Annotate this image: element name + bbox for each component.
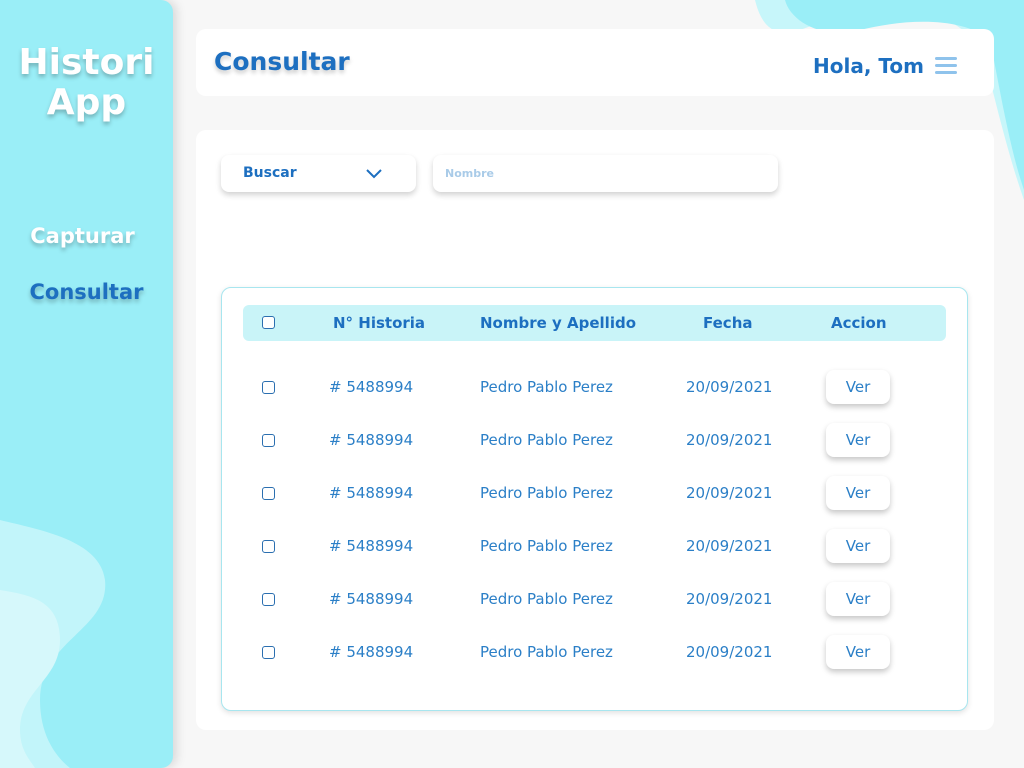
cell-historia: # 5488994: [329, 378, 414, 396]
cell-fecha: 20/09/2021: [686, 537, 773, 555]
cell-historia: # 5488994: [329, 431, 414, 449]
cell-nombre: Pedro Pablo Perez: [480, 431, 613, 449]
table-row: # 5488994 Pedro Pablo Perez 20/09/2021 V…: [222, 527, 967, 567]
table-row: # 5488994 Pedro Pablo Perez 20/09/2021 V…: [222, 368, 967, 408]
ver-button[interactable]: Ver: [826, 529, 890, 563]
ver-button[interactable]: Ver: [826, 423, 890, 457]
cell-historia: # 5488994: [329, 484, 414, 502]
table-row: # 5488994 Pedro Pablo Perez 20/09/2021 V…: [222, 580, 967, 620]
chevron-down-icon: [366, 169, 382, 179]
row-checkbox[interactable]: [262, 646, 275, 659]
sidebar-item-capturar[interactable]: Capturar: [0, 224, 165, 248]
hamburger-icon[interactable]: [935, 57, 957, 75]
cell-fecha: 20/09/2021: [686, 378, 773, 396]
cell-fecha: 20/09/2021: [686, 484, 773, 502]
records-table: N° Historia Nombre y Apellido Fecha Acci…: [221, 287, 968, 711]
brand-title-line2: App: [46, 82, 127, 123]
sidebar-item-consultar[interactable]: Consultar: [4, 280, 169, 304]
row-checkbox[interactable]: [262, 487, 275, 500]
column-header-fecha: Fecha: [703, 314, 753, 332]
search-type-select[interactable]: Buscar: [221, 155, 416, 192]
name-search-input[interactable]: [433, 155, 778, 192]
cell-nombre: Pedro Pablo Perez: [480, 643, 613, 661]
table-row: # 5488994 Pedro Pablo Perez 20/09/2021 V…: [222, 474, 967, 514]
search-type-value: Buscar: [243, 165, 297, 181]
row-checkbox[interactable]: [262, 593, 275, 606]
ver-button[interactable]: Ver: [826, 370, 890, 404]
ver-button[interactable]: Ver: [826, 635, 890, 669]
table-header: N° Historia Nombre y Apellido Fecha Acci…: [243, 305, 946, 341]
row-checkbox[interactable]: [262, 540, 275, 553]
cell-nombre: Pedro Pablo Perez: [480, 590, 613, 608]
cell-nombre: Pedro Pablo Perez: [480, 378, 613, 396]
table-row: # 5488994 Pedro Pablo Perez 20/09/2021 V…: [222, 633, 967, 673]
cell-fecha: 20/09/2021: [686, 643, 773, 661]
column-header-nombre: Nombre y Apellido: [480, 314, 637, 332]
cell-fecha: 20/09/2021: [686, 431, 773, 449]
page-title: Consultar: [214, 47, 350, 76]
row-checkbox[interactable]: [262, 434, 275, 447]
cell-historia: # 5488994: [329, 643, 414, 661]
cell-nombre: Pedro Pablo Perez: [480, 484, 613, 502]
table-row: # 5488994 Pedro Pablo Perez 20/09/2021 V…: [222, 421, 967, 461]
column-header-historia: N° Historia: [333, 314, 426, 332]
cell-historia: # 5488994: [329, 537, 414, 555]
header-bar: Consultar Hola, Tom: [196, 29, 994, 96]
brand-title-line1: Histori: [18, 42, 155, 83]
cell-fecha: 20/09/2021: [686, 590, 773, 608]
sidebar: Histori App Capturar Consultar: [0, 0, 173, 768]
row-checkbox[interactable]: [262, 381, 275, 394]
ver-button[interactable]: Ver: [826, 582, 890, 616]
user-greeting: Hola, Tom: [813, 54, 924, 78]
select-all-checkbox[interactable]: [262, 316, 275, 329]
cell-nombre: Pedro Pablo Perez: [480, 537, 613, 555]
ver-button[interactable]: Ver: [826, 476, 890, 510]
column-header-accion: Accion: [831, 314, 887, 332]
cell-historia: # 5488994: [329, 590, 414, 608]
main-panel: Buscar N° Historia Nombre y Apellido Fec…: [196, 130, 994, 730]
